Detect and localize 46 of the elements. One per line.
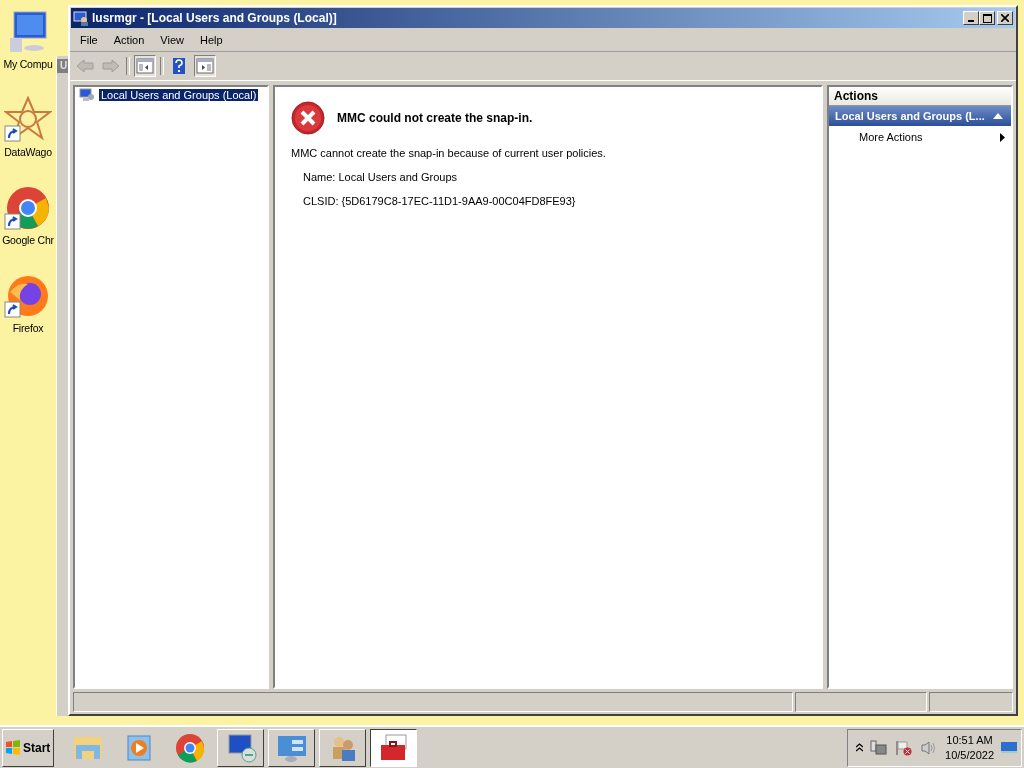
menu-item[interactable]: File — [74, 32, 104, 48]
error-heading: MMC could not create the snap-in. — [337, 111, 533, 125]
remote-desktop-icon[interactable] — [217, 728, 264, 767]
dashboard-icon[interactable] — [268, 728, 315, 767]
show-tree-button[interactable] — [134, 55, 156, 77]
tree-item[interactable]: Local Users and Groups (Local) — [99, 89, 259, 101]
section-title: Local Users and Groups (L... — [835, 110, 985, 122]
flag-error-icon[interactable] — [895, 739, 914, 756]
desktop-icon-label: Firefox — [12, 322, 44, 334]
error-message: MMC cannot create the snap-in because of current user policies. — [291, 147, 607, 159]
background-window-title: U — [57, 59, 69, 73]
close-icon — [1001, 14, 1009, 22]
minimize-button[interactable] — [963, 11, 979, 25]
users-icon — [73, 10, 89, 26]
toolbox-icon[interactable] — [370, 728, 417, 767]
maximize-icon — [982, 13, 992, 23]
menu-item[interactable]: View — [154, 32, 190, 48]
show-action-pane-button[interactable] — [194, 55, 216, 77]
collapse-icon[interactable] — [993, 113, 1003, 119]
star-pattern-icon[interactable] — [4, 96, 52, 144]
menu-item[interactable]: Action — [107, 32, 151, 48]
clock-date[interactable]: 10/5/2022 — [945, 747, 994, 763]
desktop-icon-label: My Compu — [3, 58, 53, 70]
start-button[interactable]: Start — [2, 728, 54, 767]
users-key-icon[interactable] — [319, 728, 366, 767]
submenu-arrow-icon — [1000, 132, 1005, 142]
window-title: lusrmgr - [Local Users and Groups (Local)] — [92, 11, 338, 25]
network-icon[interactable] — [870, 739, 889, 756]
actions-header: Actions — [829, 87, 1011, 106]
error-detail: CLSID: {5D6179C8-17EC-11D1-9AA9-00C04FD8FE93} — [303, 195, 577, 207]
menu-item[interactable]: Help — [193, 32, 229, 48]
show-desktop-icon[interactable] — [1001, 740, 1017, 755]
error-detail: Name: Local Users and Groups — [303, 171, 459, 183]
close-button[interactable] — [997, 11, 1013, 25]
desktop-icon-label: DataWago — [4, 146, 52, 158]
action-item[interactable]: More Actions — [829, 126, 1011, 147]
browser-icon[interactable] — [4, 184, 52, 232]
clock-time[interactable]: 10:51 AM — [946, 732, 993, 748]
computer-users-icon — [79, 88, 95, 102]
action-label: More Actions — [859, 131, 923, 143]
show-hidden-icons-icon[interactable] — [856, 743, 864, 752]
error-icon — [291, 101, 325, 135]
actions-section-header[interactable]: Local Users and Groups (L... — [829, 106, 1011, 126]
maximize-button[interactable] — [979, 11, 995, 25]
windows-logo-icon — [5, 739, 21, 756]
desktop-icon-label: Google Chr — [2, 234, 54, 246]
